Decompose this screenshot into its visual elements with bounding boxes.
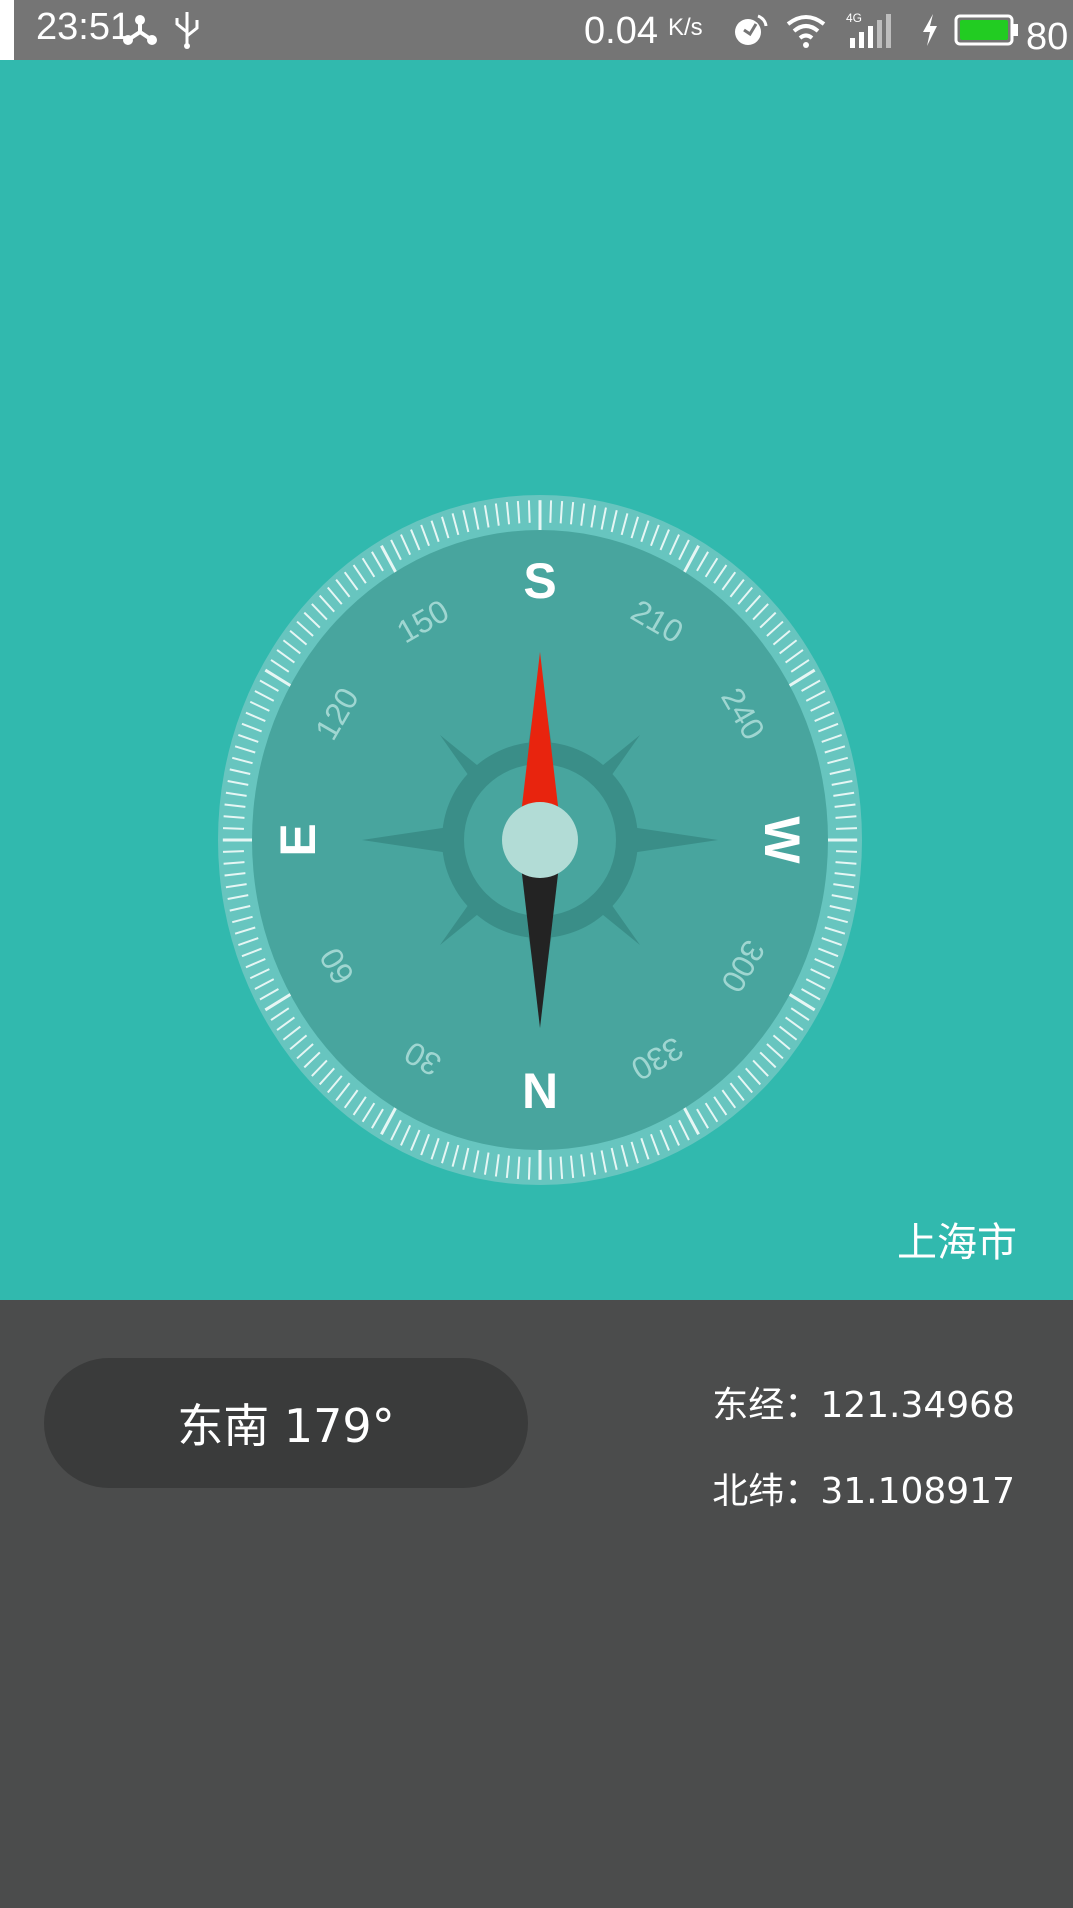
usb-icon — [175, 12, 199, 49]
cardinal-south: S — [523, 553, 556, 609]
net-speed-value: 0.04 — [584, 10, 658, 52]
battery-fill — [960, 20, 1008, 40]
compass-tick — [222, 827, 244, 830]
cardinal-east: E — [270, 823, 326, 856]
compass-tick — [527, 500, 531, 523]
compass-app-screen: 23:51 0.04 K/s 4G 80 S N E W 30 60 120 1… — [0, 0, 1073, 1908]
charging-icon — [923, 14, 937, 46]
heading-button[interactable]: 东南 179° — [44, 1358, 528, 1488]
compass-tick — [836, 827, 858, 830]
compass-needle-hub — [502, 802, 578, 878]
net-speed-unit: K/s — [668, 14, 703, 41]
sync-icon — [735, 14, 768, 45]
compass-tick — [527, 1157, 531, 1180]
heading-text: 东南 179° — [177, 1399, 395, 1453]
wifi-icon — [786, 15, 826, 48]
cardinal-west: W — [754, 816, 810, 864]
cellular-4g-icon: 4G — [846, 11, 891, 48]
city-label: 上海市 — [897, 1220, 1017, 1266]
longitude-label: 东经： — [712, 1385, 821, 1426]
compass-dial: S N E W 3060120150 210240300330 — [218, 495, 862, 1185]
share-icon — [123, 15, 157, 45]
compass-tick — [549, 500, 553, 523]
latitude-label: 北纬： — [712, 1471, 821, 1512]
status-bar: 23:51 0.04 K/s 4G 80 — [14, 0, 1073, 62]
latitude-value: 31.108917 — [820, 1471, 1015, 1512]
cardinal-north: N — [522, 1063, 558, 1119]
battery-icon — [954, 14, 1018, 46]
longitude-row: 东经：121.34968 — [712, 1376, 1015, 1428]
status-time: 23:51 — [36, 6, 132, 48]
longitude-value: 121.34968 — [820, 1385, 1015, 1426]
compass-tick — [836, 850, 858, 853]
compass-tick — [222, 850, 244, 853]
battery-level: 80 — [1026, 16, 1069, 58]
latitude-row: 北纬：31.108917 — [712, 1462, 1015, 1514]
compass-tick — [549, 1157, 553, 1180]
svg-text:4G: 4G — [846, 11, 862, 25]
